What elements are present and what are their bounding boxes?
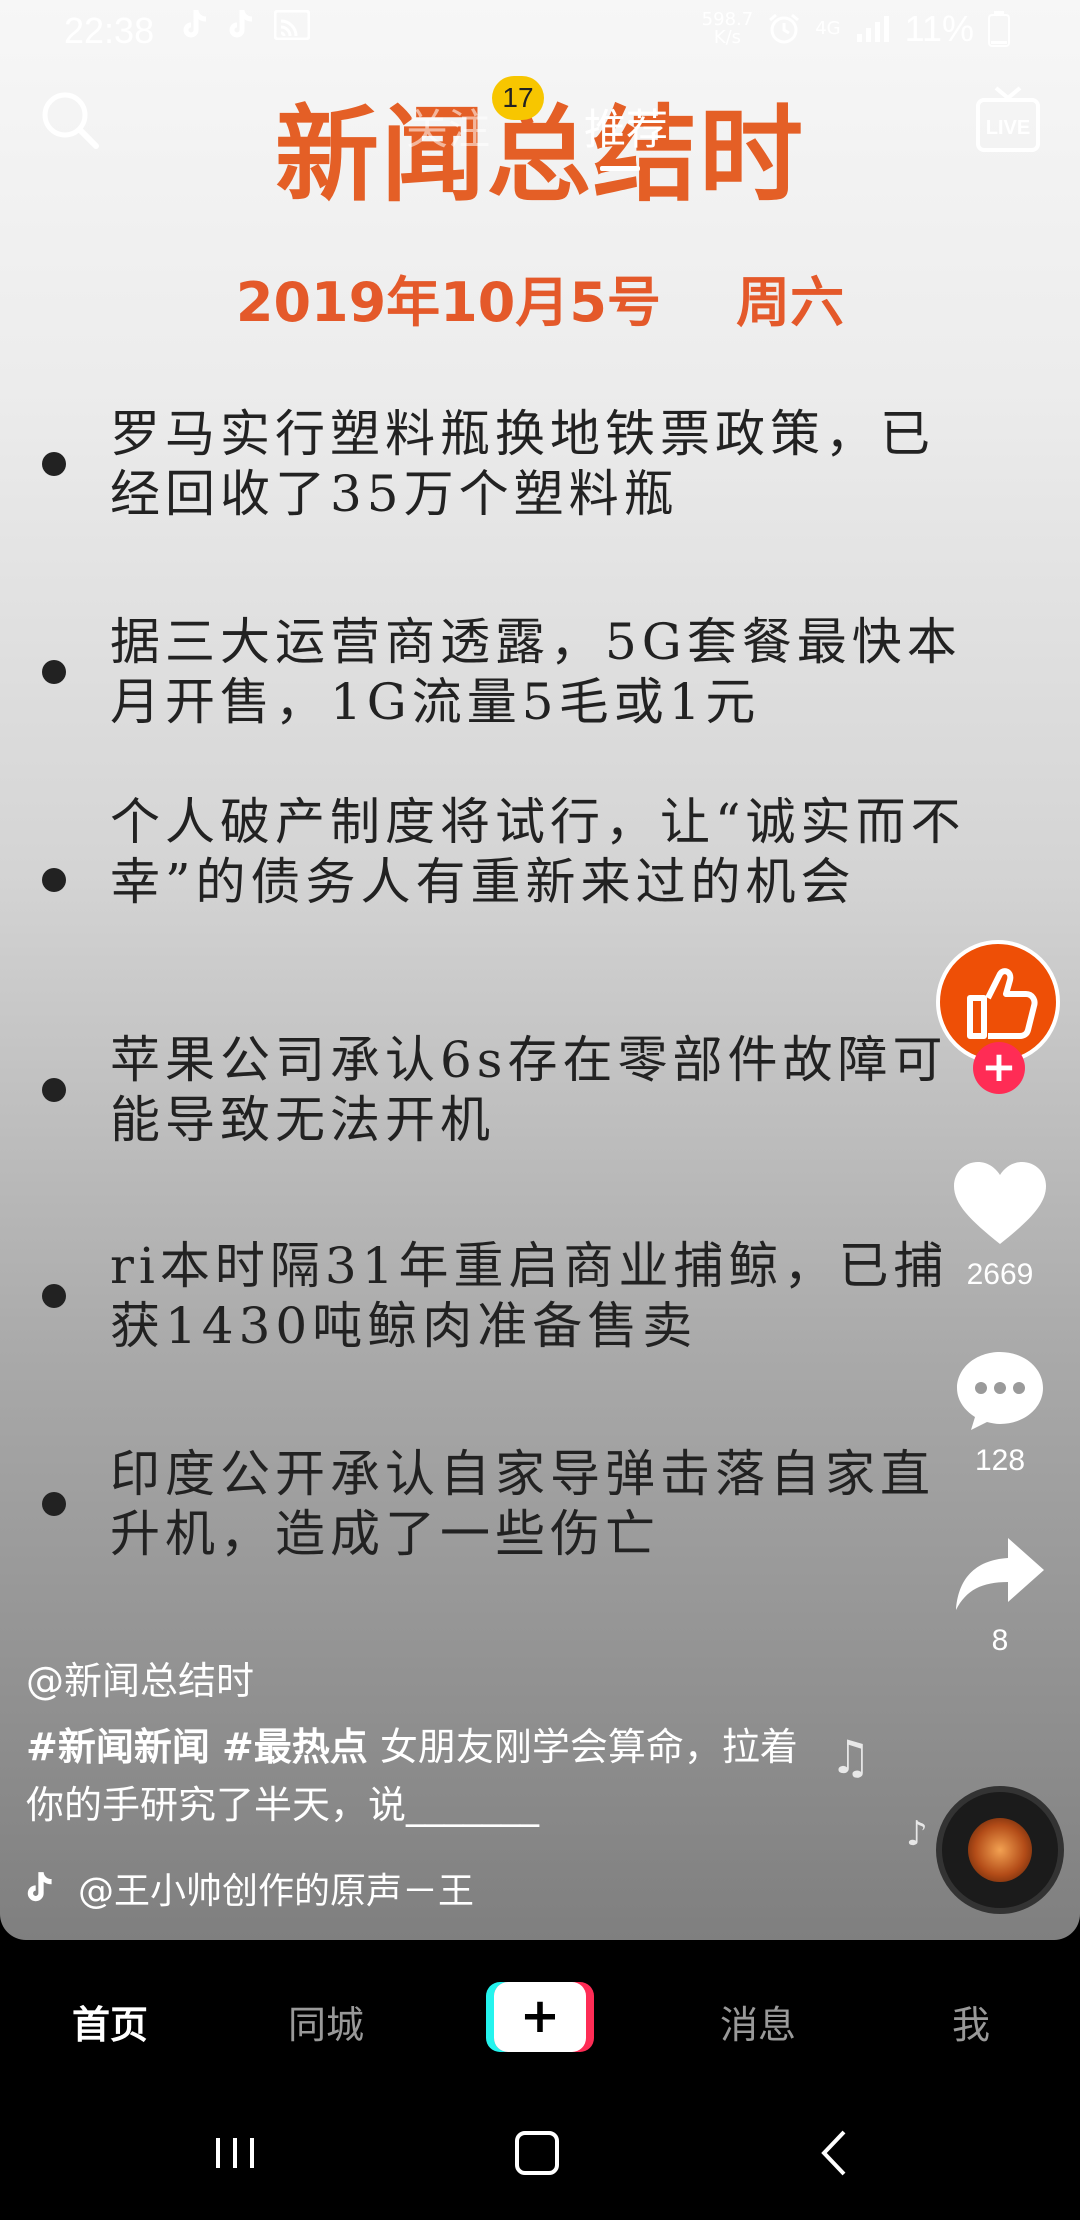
music-cover (968, 1818, 1032, 1882)
news-item: 据三大运营商透露，5G套餐最快本月开售，1G流量5毛或1元 (110, 613, 962, 731)
comment-count: 128 (974, 1444, 1026, 1477)
bullet-point (42, 868, 66, 892)
signal-icon (856, 16, 889, 42)
tab-follow[interactable]: 关注 (406, 96, 490, 157)
home-icon[interactable] (502, 2118, 572, 2188)
share-arrow-icon (956, 1538, 1044, 1610)
search-icon[interactable] (38, 88, 102, 152)
news-item: ri本时隔31年重启商业捕鲸，已捕获1430吨鲸肉准备售卖 (110, 1237, 949, 1355)
tiktok-icon (183, 10, 207, 38)
like-button[interactable]: 2669 (950, 1160, 1050, 1292)
status-bar: 22:38 598.7 K/s 4G 11% (0, 0, 1080, 64)
tab-nearby[interactable]: 同城 (288, 1994, 364, 2049)
bullet-point (42, 1492, 66, 1516)
music-info[interactable]: @王小帅创作的原声－王 (26, 1862, 474, 1914)
music-note-icon: ♫ (830, 1730, 872, 1784)
alarm-icon (769, 13, 800, 44)
news-item: 个人破产制度将试行，让“诚实而不幸”的债务人有重新来过的机会 (110, 793, 966, 911)
video-caption: #新闻新闻 #最热点 女朋友刚学会算命，拉着你的手研究了半天，说_______ (26, 1718, 826, 1834)
comment-icon (957, 1352, 1043, 1430)
bullet-point (42, 1078, 66, 1102)
system-nav-bar (0, 2090, 1080, 2220)
net-speed: 598.7 K/s (701, 9, 754, 48)
create-video-button[interactable]: + (486, 1982, 594, 2052)
tv-icon: LIVE (976, 86, 1040, 152)
battery-percent: 11% (904, 8, 974, 49)
tiktok-icon (229, 10, 253, 38)
bullet-point (42, 660, 66, 684)
recents-icon[interactable] (200, 2118, 270, 2188)
bullet-point (42, 452, 66, 476)
tiktok-icon (27, 1872, 52, 1902)
back-icon[interactable] (800, 2118, 870, 2188)
plus-icon: + (494, 1982, 586, 2052)
active-tab-indicator (600, 166, 640, 171)
share-button[interactable]: 8 (950, 1534, 1050, 1658)
news-date: 2019年10月5号 周六 (235, 271, 845, 334)
bullet-point (42, 1284, 66, 1308)
battery-icon (988, 11, 1010, 47)
cast-icon (274, 10, 310, 40)
music-title: @王小帅创作的原声－王 (78, 1871, 475, 1912)
tab-messages[interactable]: 消息 (720, 1994, 796, 2049)
music-disc[interactable] (936, 1786, 1064, 1914)
comment-button[interactable]: 128 (950, 1348, 1050, 1478)
live-button[interactable]: LIVE (976, 84, 1040, 154)
share-count: 8 (991, 1624, 1009, 1657)
news-item: 印度公开承认自家导弹击落自家直升机，造成了一些伤亡 (110, 1445, 935, 1563)
network-type: 4G (815, 18, 841, 39)
hashtag[interactable]: #新闻新闻 (26, 1725, 210, 1769)
follow-plus-button[interactable]: + (973, 1042, 1025, 1094)
follow-count-badge: 17 (492, 76, 544, 120)
tab-me[interactable]: 我 (952, 1994, 990, 2049)
status-time: 22:38 (64, 10, 155, 51)
news-item: 苹果公司承认6s存在零部件故障可能导致无法开机 (110, 1031, 948, 1149)
tab-home[interactable]: 首页 (72, 1994, 148, 2049)
news-item: 罗马实行塑料瓶换地铁票政策，已经回收了35万个塑料瓶 (110, 405, 935, 523)
hashtag[interactable]: #最热点 (222, 1725, 368, 1769)
heart-icon (954, 1162, 1046, 1244)
live-label: LIVE (986, 117, 1030, 139)
like-count: 2669 (966, 1258, 1034, 1291)
video-player[interactable]: 22:38 598.7 K/s 4G 11% 新闻总结时 2019年10月5号 … (0, 0, 1080, 1940)
music-note-icon: ♪ (906, 1814, 928, 1854)
tab-recommend[interactable]: 推荐 (584, 96, 668, 157)
author-handle[interactable]: @新闻总结时 (26, 1650, 254, 1705)
